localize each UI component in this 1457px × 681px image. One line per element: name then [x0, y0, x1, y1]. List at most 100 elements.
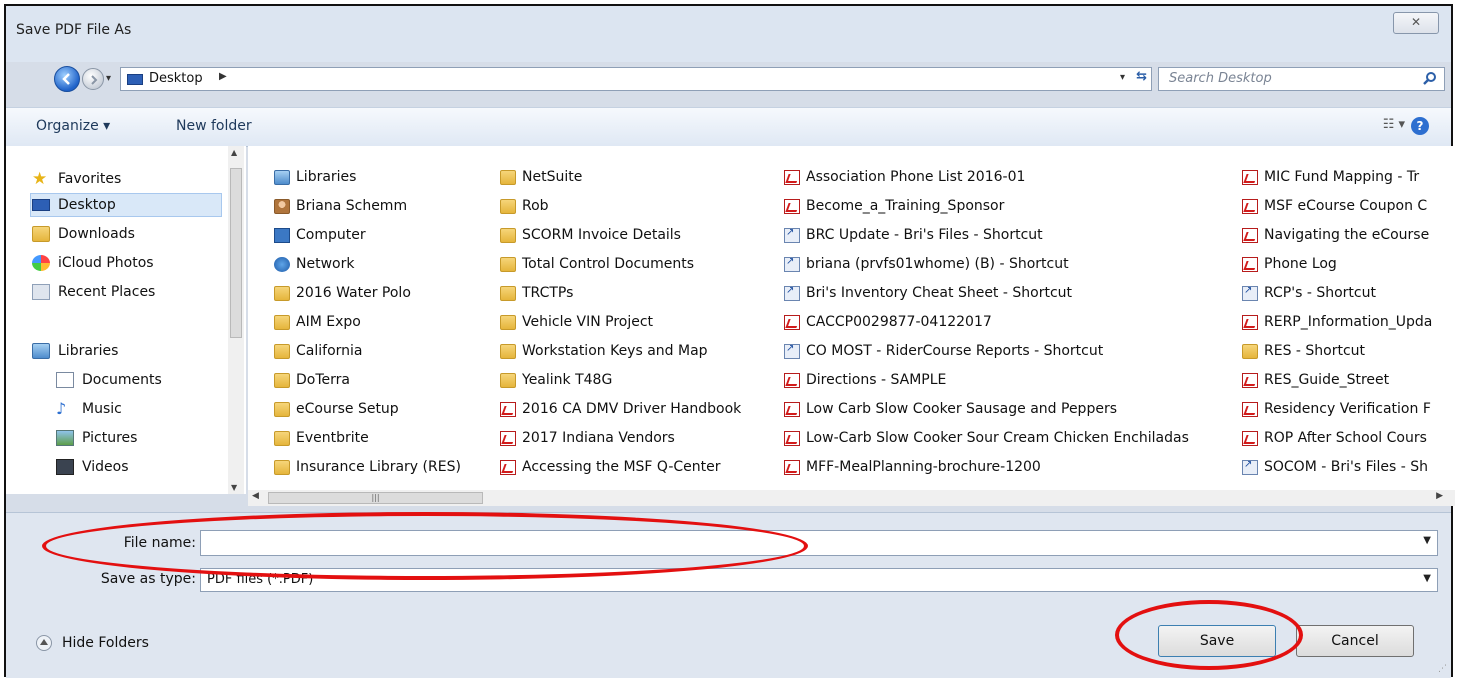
nav-item-pictures[interactable]: Pictures — [56, 427, 137, 449]
file-item[interactable]: Low Carb Slow Cooker Sausage and Peppers — [784, 398, 1117, 420]
resize-grip-icon[interactable]: ⋰ — [1438, 664, 1447, 674]
address-bar[interactable]: Desktop ▶ ▾ ⇆ — [120, 67, 1152, 91]
file-name: RES_Guide_Street — [1264, 372, 1390, 388]
pdf-icon — [500, 401, 516, 417]
file-item[interactable]: ROP After School Cours — [1242, 427, 1427, 449]
file-item[interactable]: California — [274, 340, 362, 362]
horizontal-scroll-thumb[interactable]: ||| — [268, 492, 483, 504]
nav-item-music[interactable]: ♪ Music — [56, 398, 122, 420]
file-list-horizontal-scrollbar[interactable]: ◀ ||| ▶ — [248, 490, 1455, 506]
scroll-left-icon[interactable]: ◀ — [252, 491, 259, 501]
help-icon[interactable]: ? — [1411, 117, 1429, 135]
file-item[interactable]: Become_a_Training_Sponsor — [784, 195, 1004, 217]
save-as-type-select[interactable]: PDF files (*.PDF) ▼ — [200, 568, 1438, 592]
file-item[interactable]: Yealink T48G — [500, 369, 612, 391]
nav-item-documents[interactable]: Documents — [56, 369, 162, 391]
desktop-icon — [127, 74, 143, 85]
cancel-button[interactable]: Cancel — [1296, 625, 1414, 657]
file-name-dropdown-icon[interactable]: ▼ — [1423, 535, 1431, 546]
scroll-right-icon[interactable]: ▶ — [1436, 491, 1443, 501]
file-item[interactable]: MSF eCourse Coupon C — [1242, 195, 1427, 217]
file-item[interactable]: Insurance Library (RES) — [274, 456, 461, 478]
nav-scrollbar[interactable]: ▲ ▼ — [228, 146, 244, 494]
file-name: MSF eCourse Coupon C — [1264, 198, 1428, 214]
forward-button[interactable] — [82, 68, 104, 90]
file-item[interactable]: Network — [274, 253, 354, 275]
shortcut-icon — [784, 285, 800, 301]
file-item[interactable]: briana (prvfs01whome) (B) - Shortcut — [784, 253, 1069, 275]
back-button[interactable] — [54, 66, 80, 92]
nav-item-downloads[interactable]: Downloads — [32, 223, 135, 245]
file-item[interactable]: Bri's Inventory Cheat Sheet - Shortcut — [784, 282, 1072, 304]
pdf-icon — [784, 459, 800, 475]
folder-icon — [500, 227, 516, 243]
file-item[interactable]: Briana Schemm — [274, 195, 407, 217]
search-box[interactable]: Search Desktop — [1158, 67, 1445, 91]
file-item[interactable]: NetSuite — [500, 166, 582, 188]
file-item[interactable]: MIC Fund Mapping - Tr — [1242, 166, 1419, 188]
file-item[interactable]: Rob — [500, 195, 549, 217]
file-item[interactable]: SCORM Invoice Details — [500, 224, 681, 246]
save-as-type-dropdown-icon[interactable]: ▼ — [1423, 573, 1431, 584]
file-item[interactable]: eCourse Setup — [274, 398, 399, 420]
change-view-icon[interactable]: ☷ ▾ — [1383, 117, 1405, 132]
file-item[interactable]: Residency Verification F — [1242, 398, 1431, 420]
pdf-icon — [1242, 169, 1258, 185]
file-name-input[interactable] — [205, 532, 1409, 556]
new-folder-button[interactable]: New folder — [176, 118, 252, 134]
file-item[interactable]: Navigating the eCourse — [1242, 224, 1429, 246]
nav-item-desktop[interactable]: Desktop — [32, 194, 116, 216]
refresh-icon[interactable]: ⇆ — [1136, 69, 1147, 84]
nav-item-icloud-photos[interactable]: iCloud Photos — [32, 252, 154, 274]
file-item[interactable]: RES_Guide_Street — [1242, 369, 1389, 391]
navigation-row: ▾ Desktop ▶ ▾ ⇆ Search Desktop — [6, 60, 1451, 100]
file-item[interactable]: Total Control Documents — [500, 253, 694, 275]
file-item[interactable]: Phone Log — [1242, 253, 1337, 275]
save-button[interactable]: Save — [1158, 625, 1276, 657]
search-icon[interactable] — [1422, 71, 1438, 87]
file-item[interactable]: Eventbrite — [274, 427, 369, 449]
address-dropdown-icon[interactable]: ▾ — [1120, 72, 1125, 83]
file-name-field[interactable]: ▼ — [200, 530, 1438, 556]
file-item[interactable]: RCP's - Shortcut — [1242, 282, 1376, 304]
hide-folders-button[interactable]: Hide Folders — [36, 635, 149, 651]
organize-menu[interactable]: Organize ▾ — [36, 118, 110, 134]
nav-item-videos[interactable]: Videos — [56, 456, 129, 478]
nav-item-libraries[interactable]: Libraries — [32, 340, 118, 362]
file-item[interactable]: Workstation Keys and Map — [500, 340, 708, 362]
file-item[interactable]: Vehicle VIN Project — [500, 311, 653, 333]
scroll-up-icon[interactable]: ▲ — [231, 148, 237, 157]
file-item[interactable]: BRC Update - Bri's Files - Shortcut — [784, 224, 1043, 246]
address-location[interactable]: Desktop — [149, 71, 203, 86]
close-button[interactable]: ✕ — [1393, 12, 1439, 34]
nav-item-recent-places[interactable]: Recent Places — [32, 281, 155, 303]
nav-item-favorites[interactable]: ★ Favorites — [32, 168, 121, 190]
file-item[interactable]: TRCTPs — [500, 282, 573, 304]
icloud-photos-icon — [32, 255, 50, 271]
file-item[interactable]: DoTerra — [274, 369, 350, 391]
file-item[interactable]: 2017 Indiana Vendors — [500, 427, 675, 449]
file-item[interactable]: Association Phone List 2016-01 — [784, 166, 1025, 188]
scroll-down-icon[interactable]: ▼ — [231, 483, 237, 492]
recent-pages-dropdown[interactable]: ▾ — [106, 73, 111, 84]
file-item[interactable]: 2016 Water Polo — [274, 282, 411, 304]
file-item[interactable]: Accessing the MSF Q-Center — [500, 456, 721, 478]
file-item[interactable]: RES - Shortcut — [1242, 340, 1365, 362]
file-name: Rob — [522, 198, 549, 214]
file-item[interactable]: SOCOM - Bri's Files - Sh — [1242, 456, 1428, 478]
file-item[interactable]: Directions - SAMPLE — [784, 369, 946, 391]
file-item[interactable]: MFF-MealPlanning-brochure-1200 — [784, 456, 1041, 478]
file-item[interactable]: RERP_Information_Upda — [1242, 311, 1432, 333]
search-input[interactable]: Search Desktop — [1169, 71, 1272, 86]
breadcrumb-chevron-icon[interactable]: ▶ — [219, 71, 227, 82]
pdf-icon — [784, 169, 800, 185]
computer-icon — [274, 227, 290, 243]
file-item[interactable]: AIM Expo — [274, 311, 361, 333]
file-item[interactable]: Computer — [274, 224, 366, 246]
file-item[interactable]: Low-Carb Slow Cooker Sour Cream Chicken … — [784, 427, 1189, 449]
nav-scroll-thumb[interactable] — [230, 168, 242, 338]
file-item[interactable]: Libraries — [274, 166, 356, 188]
file-item[interactable]: CO MOST - RiderCourse Reports - Shortcut — [784, 340, 1103, 362]
file-item[interactable]: 2016 CA DMV Driver Handbook — [500, 398, 741, 420]
file-item[interactable]: CACCP0029877-04122017 — [784, 311, 992, 333]
